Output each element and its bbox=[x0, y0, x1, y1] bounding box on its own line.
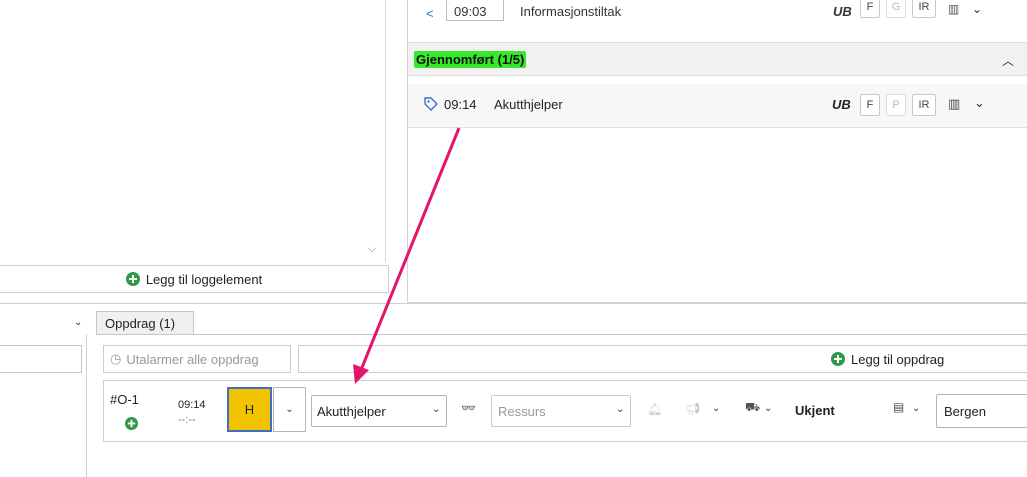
location-value: Bergen bbox=[944, 404, 986, 419]
alarm-clock-icon: ◷ bbox=[110, 351, 122, 366]
trash-icon[interactable]: ▥ bbox=[948, 96, 960, 112]
left-vertical-divider bbox=[86, 334, 87, 477]
add-log-button[interactable]: Legg til loggelement bbox=[0, 265, 389, 293]
top-f-button[interactable]: F bbox=[860, 0, 880, 18]
chevron-up-icon[interactable]: ︿ bbox=[1002, 52, 1014, 69]
ub-label: UB bbox=[832, 97, 851, 112]
share-icon: < bbox=[426, 6, 434, 21]
mission-row: #O-1 09:14 --:-- H ⌄ Akutthjelper ⌄ 👓 Re… bbox=[103, 380, 1027, 442]
left-input-fragment[interactable] bbox=[0, 345, 82, 373]
top-row-label: Informasjonstiltak bbox=[520, 4, 622, 19]
mission-time: 09:14 bbox=[178, 399, 206, 411]
mission-time-secondary: --:-- bbox=[178, 414, 196, 426]
f-button[interactable]: F bbox=[860, 94, 880, 116]
location-select[interactable]: Bergen bbox=[936, 394, 1027, 428]
mission-type-value: Akutthjelper bbox=[317, 404, 386, 419]
unalarm-all-button[interactable]: ◷ Utalarmer alle oppdrag bbox=[103, 345, 291, 373]
log-row-label: Akutthjelper bbox=[494, 97, 563, 112]
tag-icon bbox=[424, 97, 438, 111]
resource-select[interactable]: Ressurs ⌄ bbox=[491, 395, 631, 427]
chevron-down-icon[interactable]: ⌄ bbox=[972, 2, 982, 16]
add-log-label: Legg til loggelement bbox=[145, 271, 263, 287]
add-mission-button[interactable]: Legg til oppdrag bbox=[298, 345, 1027, 373]
priority-dropdown-button[interactable]: ⌄ bbox=[273, 387, 306, 432]
top-ir-button[interactable]: IR bbox=[912, 0, 936, 18]
tab-oppdrag[interactable]: Oppdrag (1) bbox=[96, 311, 194, 335]
chevron-down-icon: ⌄ bbox=[432, 404, 441, 415]
chevron-down-icon[interactable]: ⌄ bbox=[764, 403, 772, 414]
unalarm-label: Utalarmer alle oppdrag bbox=[126, 351, 259, 367]
section-header[interactable]: Gjennomført (1/5) ︿ bbox=[408, 42, 1027, 76]
log-row-time: 09:14 bbox=[444, 97, 477, 112]
bell-icon[interactable]: 🔔︎ bbox=[647, 402, 662, 416]
chevron-down-icon: ⌄ bbox=[285, 404, 294, 415]
priority-label: H bbox=[244, 402, 255, 417]
top-row-time: 09:03 bbox=[454, 4, 487, 19]
top-g-button[interactable]: G bbox=[886, 0, 906, 18]
mission-type-select[interactable]: Akutthjelper ⌄ bbox=[311, 395, 447, 427]
scroll-down-chevron-icon[interactable]: ⌵ bbox=[368, 243, 376, 256]
add-mission-label: Legg til oppdrag bbox=[851, 352, 945, 367]
p-button[interactable]: P bbox=[886, 94, 906, 116]
left-dropdown-chevron-icon[interactable]: ⌄ bbox=[74, 317, 82, 328]
plus-circle-icon bbox=[831, 352, 845, 366]
mission-id: #O-1 bbox=[110, 392, 139, 407]
ambulance-question-icon[interactable]: ⛟ bbox=[745, 400, 760, 416]
plus-circle-icon bbox=[125, 272, 140, 286]
status-label: Ukjent bbox=[795, 403, 835, 418]
chevron-down-icon[interactable]: ⌄ bbox=[974, 95, 985, 111]
tab-underline bbox=[96, 334, 1027, 335]
chevron-down-icon[interactable]: ⌄ bbox=[912, 403, 920, 414]
chevron-down-icon[interactable]: ⌄ bbox=[712, 403, 720, 414]
tab-label: Oppdrag (1) bbox=[105, 316, 176, 331]
bottom-divider bbox=[0, 303, 1027, 304]
binoculars-icon[interactable]: 👓 bbox=[461, 401, 476, 415]
document-icon[interactable]: ▤ bbox=[893, 400, 904, 414]
ir-button[interactable]: IR bbox=[912, 94, 936, 116]
left-panel-border bbox=[385, 0, 386, 262]
priority-button[interactable]: H bbox=[227, 387, 272, 432]
chevron-down-icon: ⌄ bbox=[616, 404, 625, 415]
plus-circle-icon[interactable] bbox=[125, 417, 138, 430]
top-row-ub: UB bbox=[833, 4, 852, 19]
log-row[interactable]: 09:14 Akutthjelper UB F P IR ▥ ⌄ bbox=[408, 84, 1027, 128]
resource-placeholder: Ressurs bbox=[498, 404, 546, 419]
section-title: Gjennomført (1/5) bbox=[414, 51, 527, 68]
log-row-top[interactable]: < 09:03 Informasjonstiltak UB F G IR ▥ ⌄ bbox=[408, 0, 1027, 40]
megaphone-icon[interactable]: 📢︎ bbox=[685, 402, 700, 416]
trash-icon[interactable]: ▥ bbox=[948, 2, 959, 16]
